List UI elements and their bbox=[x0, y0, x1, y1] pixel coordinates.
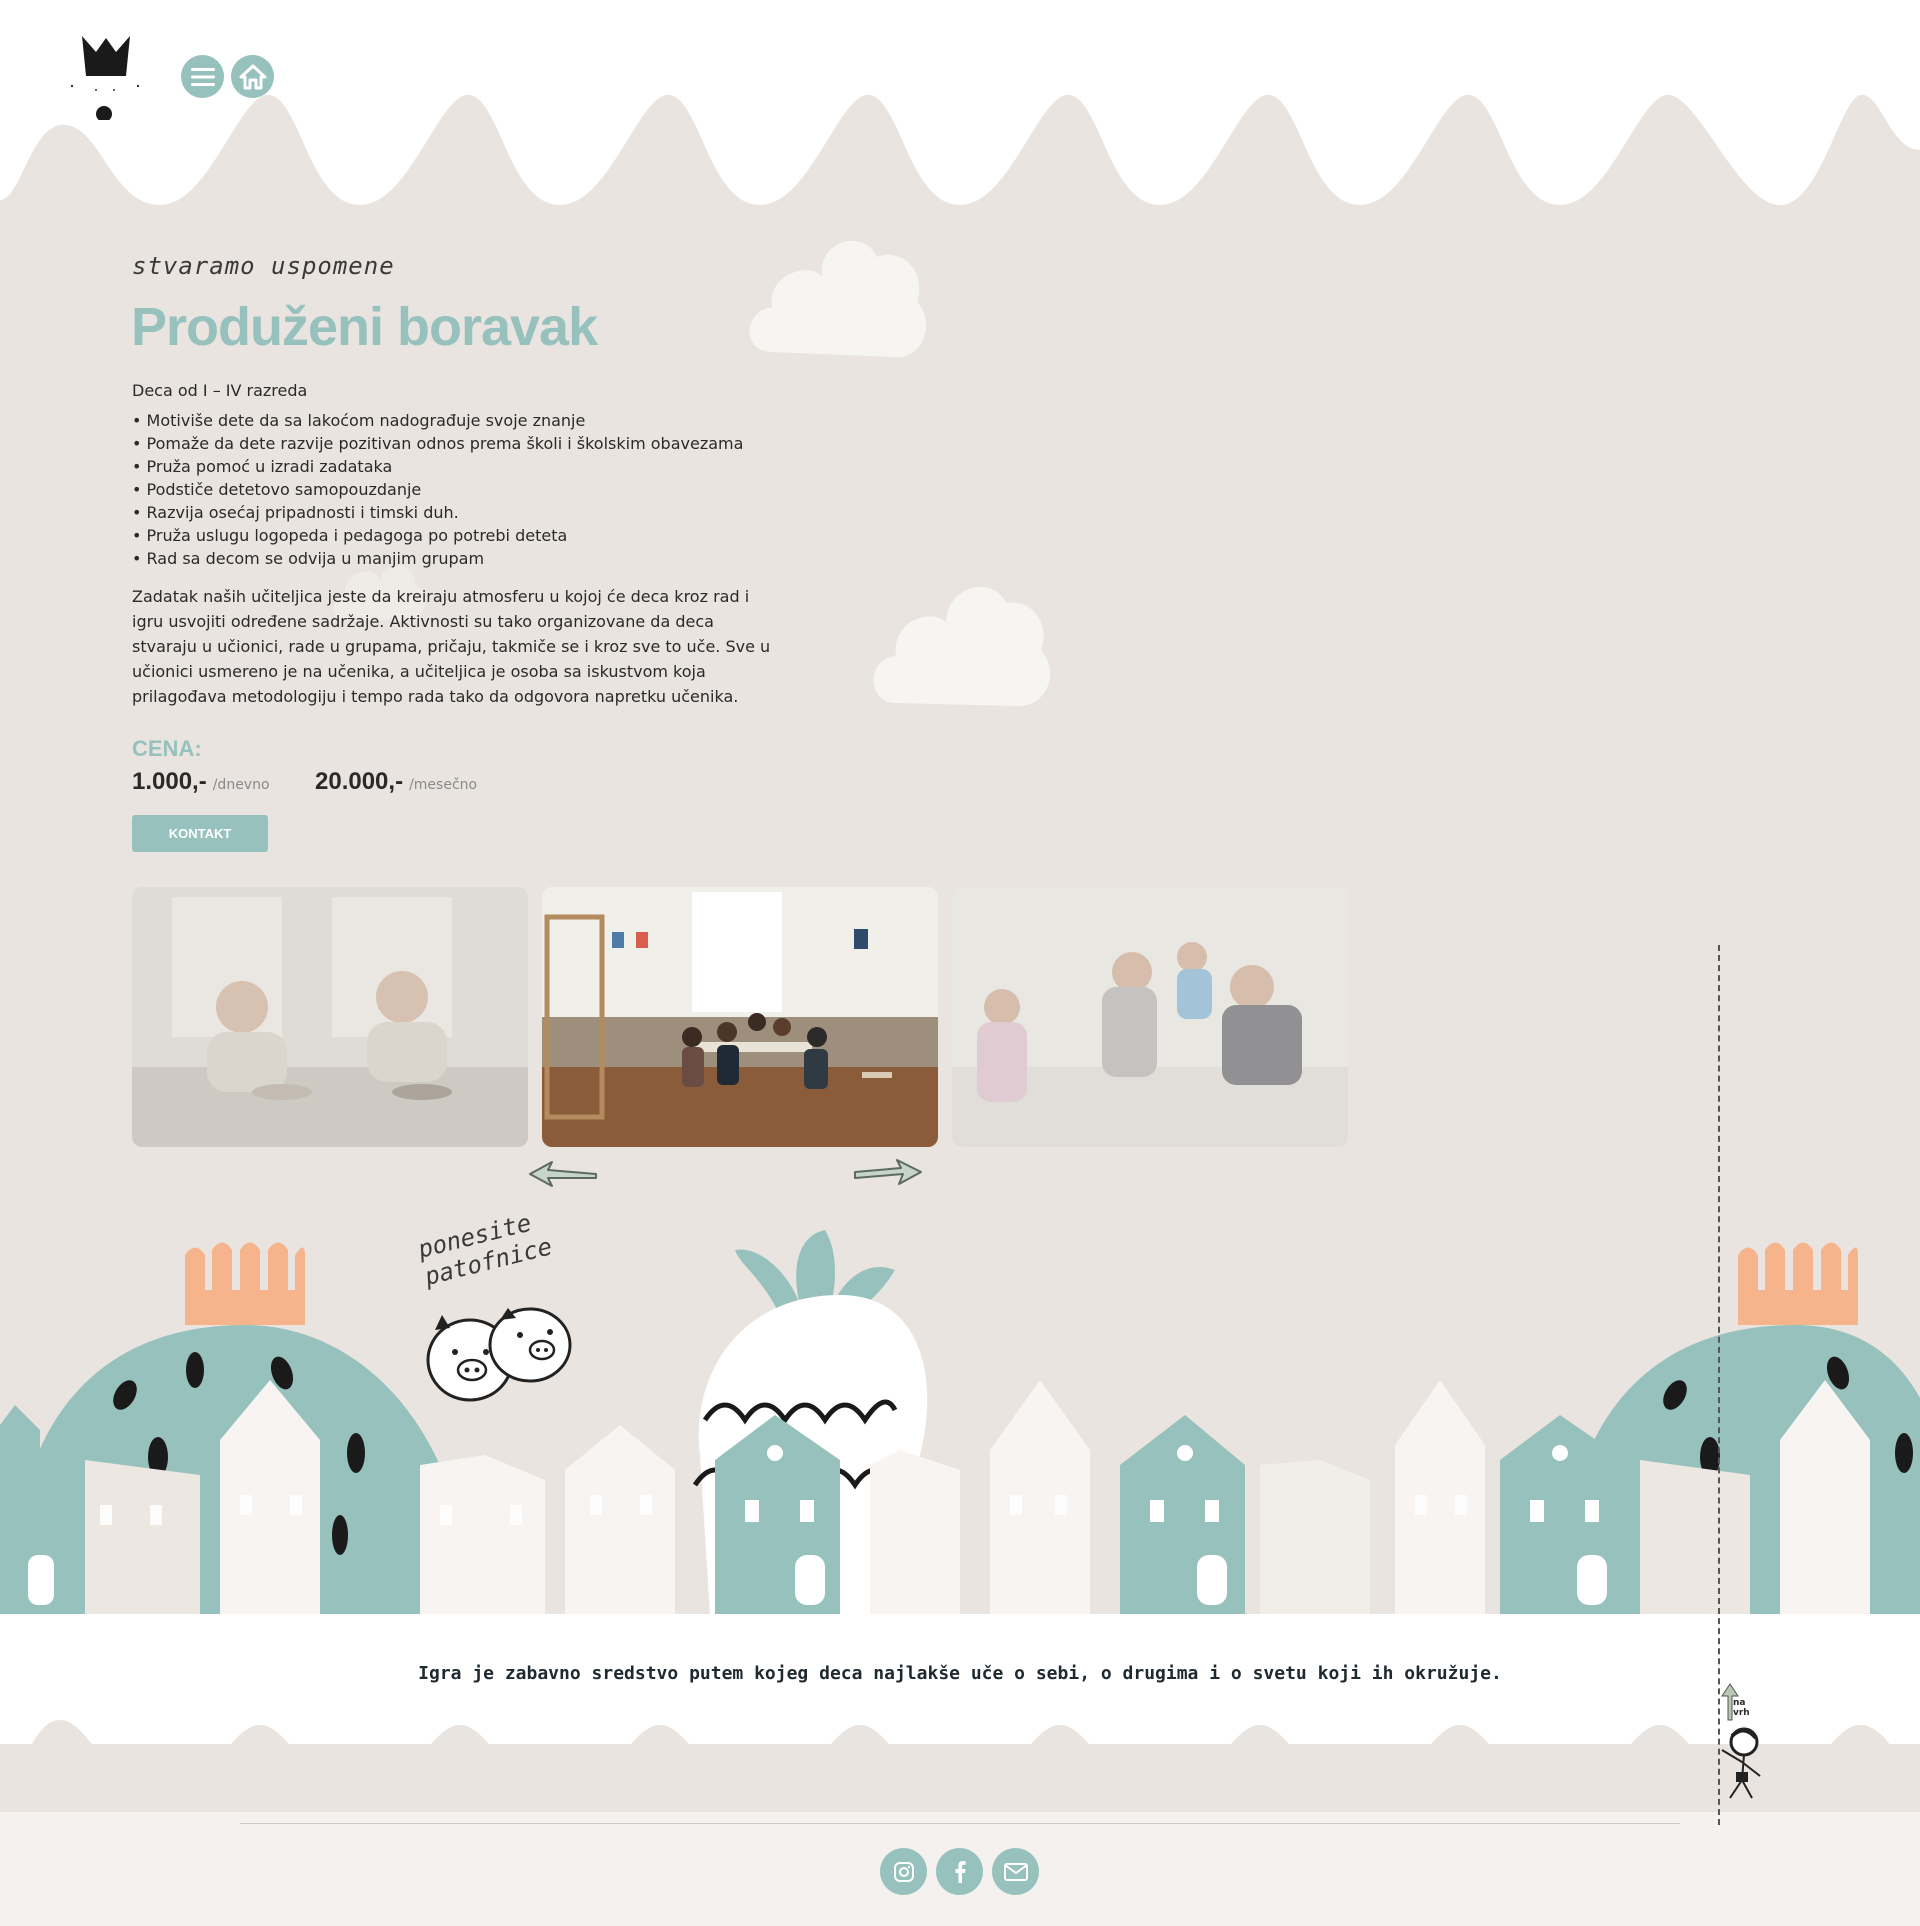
photo-children-eating bbox=[132, 887, 528, 1147]
arrow-left-icon[interactable] bbox=[528, 1158, 598, 1190]
price-monthly-value: 20.000,- bbox=[315, 768, 404, 795]
price-daily-value: 1.000,- bbox=[132, 768, 207, 795]
price-daily: 1.000,- /dnevno bbox=[132, 768, 270, 796]
feature-item: Rad sa decom se odvija u manjim grupam bbox=[132, 547, 743, 570]
instagram-icon bbox=[893, 1861, 914, 1882]
feature-list: Motiviše dete da sa lakoćom nadograđuje … bbox=[132, 409, 744, 570]
back-to-top-label: na vrh bbox=[1733, 1698, 1750, 1718]
gallery-photo[interactable] bbox=[542, 887, 938, 1147]
contact-button[interactable]: KONTAKT bbox=[132, 815, 268, 852]
feature-item: Razvija osećaj pripadnosti i timski duh. bbox=[132, 501, 743, 524]
menu-icon bbox=[190, 67, 215, 86]
home-button[interactable] bbox=[231, 55, 274, 98]
facebook-icon bbox=[955, 1860, 966, 1883]
home-icon bbox=[239, 64, 266, 89]
footer-divider bbox=[240, 1823, 1680, 1824]
bottom-waves bbox=[0, 1720, 1920, 1815]
feature-item: Pomaže da dete razvije pozitivan odnos p… bbox=[132, 432, 744, 455]
town-illustration bbox=[0, 1230, 1920, 1615]
instagram-button[interactable] bbox=[880, 1848, 927, 1895]
price-monthly: 20.000,- /mesečno bbox=[315, 768, 477, 796]
price-daily-unit: /dnevno bbox=[212, 777, 270, 793]
arrow-right-icon[interactable] bbox=[853, 1158, 923, 1190]
header-waves bbox=[0, 0, 1920, 205]
description: Zadatak naših učiteljica jeste da kreira… bbox=[132, 587, 771, 706]
feature-item: Podstiče detetovo samopouzdanje bbox=[132, 478, 743, 501]
mail-button[interactable] bbox=[992, 1848, 1039, 1895]
photo-children-drawing bbox=[952, 887, 1348, 1147]
facebook-button[interactable] bbox=[936, 1848, 983, 1895]
quote-text: Igra je zabavno sredstvo putem kojeg dec… bbox=[418, 1663, 1502, 1684]
cloud-decoration bbox=[749, 240, 927, 358]
cloud-decoration bbox=[873, 586, 1051, 707]
menu-button[interactable] bbox=[181, 55, 224, 98]
feature-item: Motiviše dete da sa lakoćom nadograđuje … bbox=[132, 409, 743, 432]
age-group: Deca od I – IV razreda bbox=[132, 381, 308, 400]
price-monthly-unit: /mesečno bbox=[409, 777, 478, 793]
tagline: stvaramo uspomene bbox=[132, 252, 395, 280]
mail-icon bbox=[1003, 1862, 1028, 1881]
gallery-photo[interactable] bbox=[132, 887, 528, 1147]
page-title: Produženi boravak bbox=[131, 297, 598, 357]
photo-children-table bbox=[542, 887, 938, 1147]
crown-logo[interactable] bbox=[66, 34, 146, 120]
feature-item: Pruža pomoć u izradi zadataka bbox=[132, 455, 743, 478]
feature-item: Pruža uslugu logopeda i pedagoga po potr… bbox=[132, 524, 743, 547]
price-label: CENA: bbox=[132, 736, 202, 761]
gallery-photo[interactable] bbox=[952, 887, 1348, 1147]
